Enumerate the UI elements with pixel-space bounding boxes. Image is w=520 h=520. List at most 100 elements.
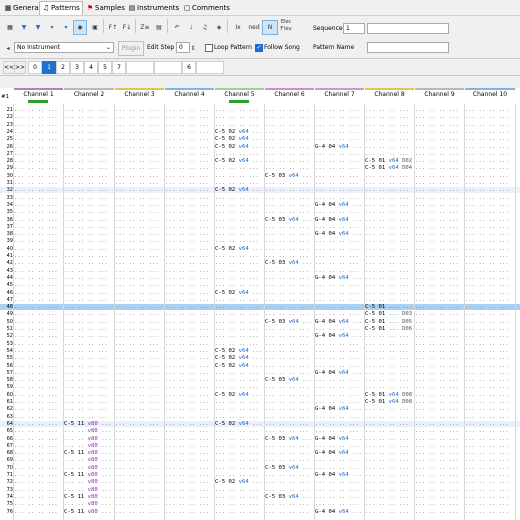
pattern-cell[interactable]: ... .. .. ...: [64, 304, 108, 310]
pattern-cell[interactable]: ... .. .. ...: [365, 487, 409, 493]
pattern-cell[interactable]: ... .. .. ...: [465, 304, 509, 310]
pattern-cell[interactable]: ... .. .. ...: [365, 450, 409, 456]
pattern-cell[interactable]: ... .. .. ...: [115, 319, 159, 325]
pattern-cell[interactable]: ... .. .. ...: [215, 224, 259, 230]
pattern-cell[interactable]: ... .. .. ...: [64, 114, 108, 120]
pattern-cell[interactable]: ... .. .. ...: [415, 129, 459, 135]
pattern-cell[interactable]: ... .. .. ...: [315, 173, 359, 179]
pattern-cell[interactable]: ... .. .. ...: [315, 443, 359, 449]
pattern-cell[interactable]: ... .. .. ...: [115, 275, 159, 281]
pattern-cell[interactable]: ... .. .. ...: [465, 238, 509, 244]
pattern-cell[interactable]: ... .. .. ...: [415, 180, 459, 186]
order-item[interactable]: 2: [56, 61, 70, 74]
pattern-cell[interactable]: ... .. .. ...: [265, 202, 309, 208]
pattern-cell[interactable]: ... .. .. ...: [64, 282, 108, 288]
pattern-cell[interactable]: ... .. .. ...: [415, 341, 459, 347]
pattern-cell[interactable]: ... .. .. ...: [165, 217, 209, 223]
pattern-cell[interactable]: ... .. .. ...: [14, 436, 58, 442]
pattern-cell[interactable]: ... .. .. ...: [415, 355, 459, 361]
pattern-cell[interactable]: ... .. .. ...: [165, 165, 209, 171]
pattern-cell[interactable]: ... .. .. ...: [115, 238, 159, 244]
pattern-cell[interactable]: ... .. .. ...: [465, 494, 509, 500]
pattern-cell[interactable]: ... .. .. ...: [365, 129, 409, 135]
pattern-cell[interactable]: C-5 11 v80 ...: [64, 494, 111, 500]
skip-down-icon[interactable]: ▾: [45, 20, 59, 35]
pattern-cell[interactable]: ... .. .. ...: [265, 479, 309, 485]
pattern-cell[interactable]: ... .. .. ...: [415, 231, 459, 237]
pattern-cell[interactable]: ... .. .. ...: [64, 384, 108, 390]
pattern-cell[interactable]: ... .. .. ...: [215, 443, 259, 449]
pattern-cell[interactable]: ... .. .. ...: [265, 246, 309, 252]
pattern-cell[interactable]: ... .. .. ...: [415, 377, 459, 383]
pattern-cell[interactable]: ... .. .. ...: [115, 450, 159, 456]
pattern-cell[interactable]: ... .. .. ...: [465, 479, 509, 485]
pattern-cell[interactable]: ... .. .. ...: [415, 238, 459, 244]
pattern-cell[interactable]: ... .. .. ...: [115, 487, 159, 493]
pattern-cell[interactable]: ... .. .. ...: [14, 202, 58, 208]
order-item[interactable]: 4: [84, 61, 98, 74]
pattern-cell[interactable]: ... .. .. ...: [465, 406, 509, 412]
metronome-icon[interactable]: ◈: [212, 20, 226, 35]
pattern-cell[interactable]: ... .. .. ...: [365, 348, 409, 354]
pattern-cell[interactable]: ... .. .. ...: [64, 107, 108, 113]
pattern-cell[interactable]: ... .. .. ...: [265, 107, 309, 113]
pattern-cell[interactable]: ... .. .. ...: [415, 472, 459, 478]
pattern-cell[interactable]: ... .. .. ...: [365, 224, 409, 230]
plugin-button[interactable]: Plugin: [118, 41, 144, 56]
pattern-cell[interactable]: C-5 03 v64 ...: [265, 377, 312, 383]
pattern-cell[interactable]: ... .. .. ...: [415, 436, 459, 442]
pattern-cell[interactable]: ... .. .. ...: [315, 136, 359, 142]
pattern-cell[interactable]: ... .. .. ...: [115, 202, 159, 208]
pattern-cell[interactable]: ... .. .. ...: [265, 224, 309, 230]
order-next-button[interactable]: >>: [14, 61, 26, 74]
pattern-cell[interactable]: ... .. .. ...: [465, 421, 509, 427]
pattern-cell[interactable]: ... .. .. ...: [14, 501, 58, 507]
pattern-cell[interactable]: ... .. .. ...: [365, 209, 409, 215]
pattern-cell[interactable]: ... .. .. ...: [165, 428, 209, 434]
pattern-cell[interactable]: ... .. .. ...: [64, 377, 108, 383]
pattern-cell[interactable]: ... .. .. ...: [215, 209, 259, 215]
pattern-cell[interactable]: C-5 11 v80 ...: [64, 450, 111, 456]
pattern-cell[interactable]: ... .. .. ...: [415, 173, 459, 179]
pattern-cell[interactable]: ... .. .. ...: [165, 224, 209, 230]
move-down-alt-icon[interactable]: ▼: [31, 20, 45, 35]
pattern-cell[interactable]: ... .. .. ...: [64, 217, 108, 223]
pattern-cell[interactable]: ... .. .. ...: [315, 377, 359, 383]
pattern-cell[interactable]: ... .. .. ...: [315, 209, 359, 215]
pattern-cell[interactable]: G-4 04 v64 ...: [315, 319, 362, 325]
pattern-cell[interactable]: ... .. .. ...: [315, 238, 359, 244]
loop-pattern-checkbox[interactable]: [205, 44, 213, 52]
pattern-cell[interactable]: ... .. .. ...: [215, 173, 259, 179]
pattern-cell[interactable]: ... .. .. ...: [465, 136, 509, 142]
pattern-cell[interactable]: ... .. .. ...: [465, 457, 509, 463]
pattern-cell[interactable]: ... .. .. ...: [465, 151, 509, 157]
pattern-cell[interactable]: C-5 02 v64 ...: [215, 421, 262, 427]
pattern-cell[interactable]: ... .. .. ...: [64, 238, 108, 244]
pattern-cell[interactable]: ... .. .. ...: [265, 209, 309, 215]
pattern-cell[interactable]: ... .. .. ...: [465, 509, 509, 515]
pattern-cell[interactable]: ... .. .. ...: [215, 450, 259, 456]
channel-header-label[interactable]: Channel 6: [265, 88, 314, 100]
pattern-cell[interactable]: ... .. .. ...: [265, 509, 309, 515]
pattern-cell[interactable]: ... .. .. ...: [115, 253, 159, 259]
pattern-cell[interactable]: ... .. .. ...: [415, 443, 459, 449]
pattern-cell[interactable]: ... .. .. ...: [14, 479, 58, 485]
pattern-cell[interactable]: ... .. .. ...: [465, 253, 509, 259]
pattern-cell[interactable]: ... .. .. ...: [365, 370, 409, 376]
pattern-cell[interactable]: G-4 04 v64 ...: [315, 275, 362, 281]
pattern-cell[interactable]: C-5 02 v64 ...: [215, 479, 262, 485]
tab-samples[interactable]: ⚑ Samples: [84, 2, 127, 14]
pattern-cell[interactable]: ... .. .. ...: [115, 494, 159, 500]
pattern-cell[interactable]: C-5 01 ... D06: [365, 326, 412, 332]
pattern-cell[interactable]: ... .. .. ...: [14, 465, 58, 471]
tab-patterns[interactable]: ♫ Patterns: [39, 1, 83, 15]
pattern-cell[interactable]: ... .. v80 ...: [64, 479, 111, 485]
pattern-cell[interactable]: ... .. .. ...: [415, 282, 459, 288]
pattern-cell[interactable]: ... .. .. ...: [115, 209, 159, 215]
pattern-cell[interactable]: ... .. .. ...: [14, 377, 58, 383]
pattern-cell[interactable]: C-5 03 v64 ...: [265, 319, 312, 325]
pattern-cell[interactable]: ... .. .. ...: [265, 384, 309, 390]
pattern-cell[interactable]: ... .. .. ...: [14, 487, 58, 493]
pattern-cell[interactable]: ... .. .. ...: [64, 348, 108, 354]
pattern-cell[interactable]: ... .. .. ...: [64, 363, 108, 369]
